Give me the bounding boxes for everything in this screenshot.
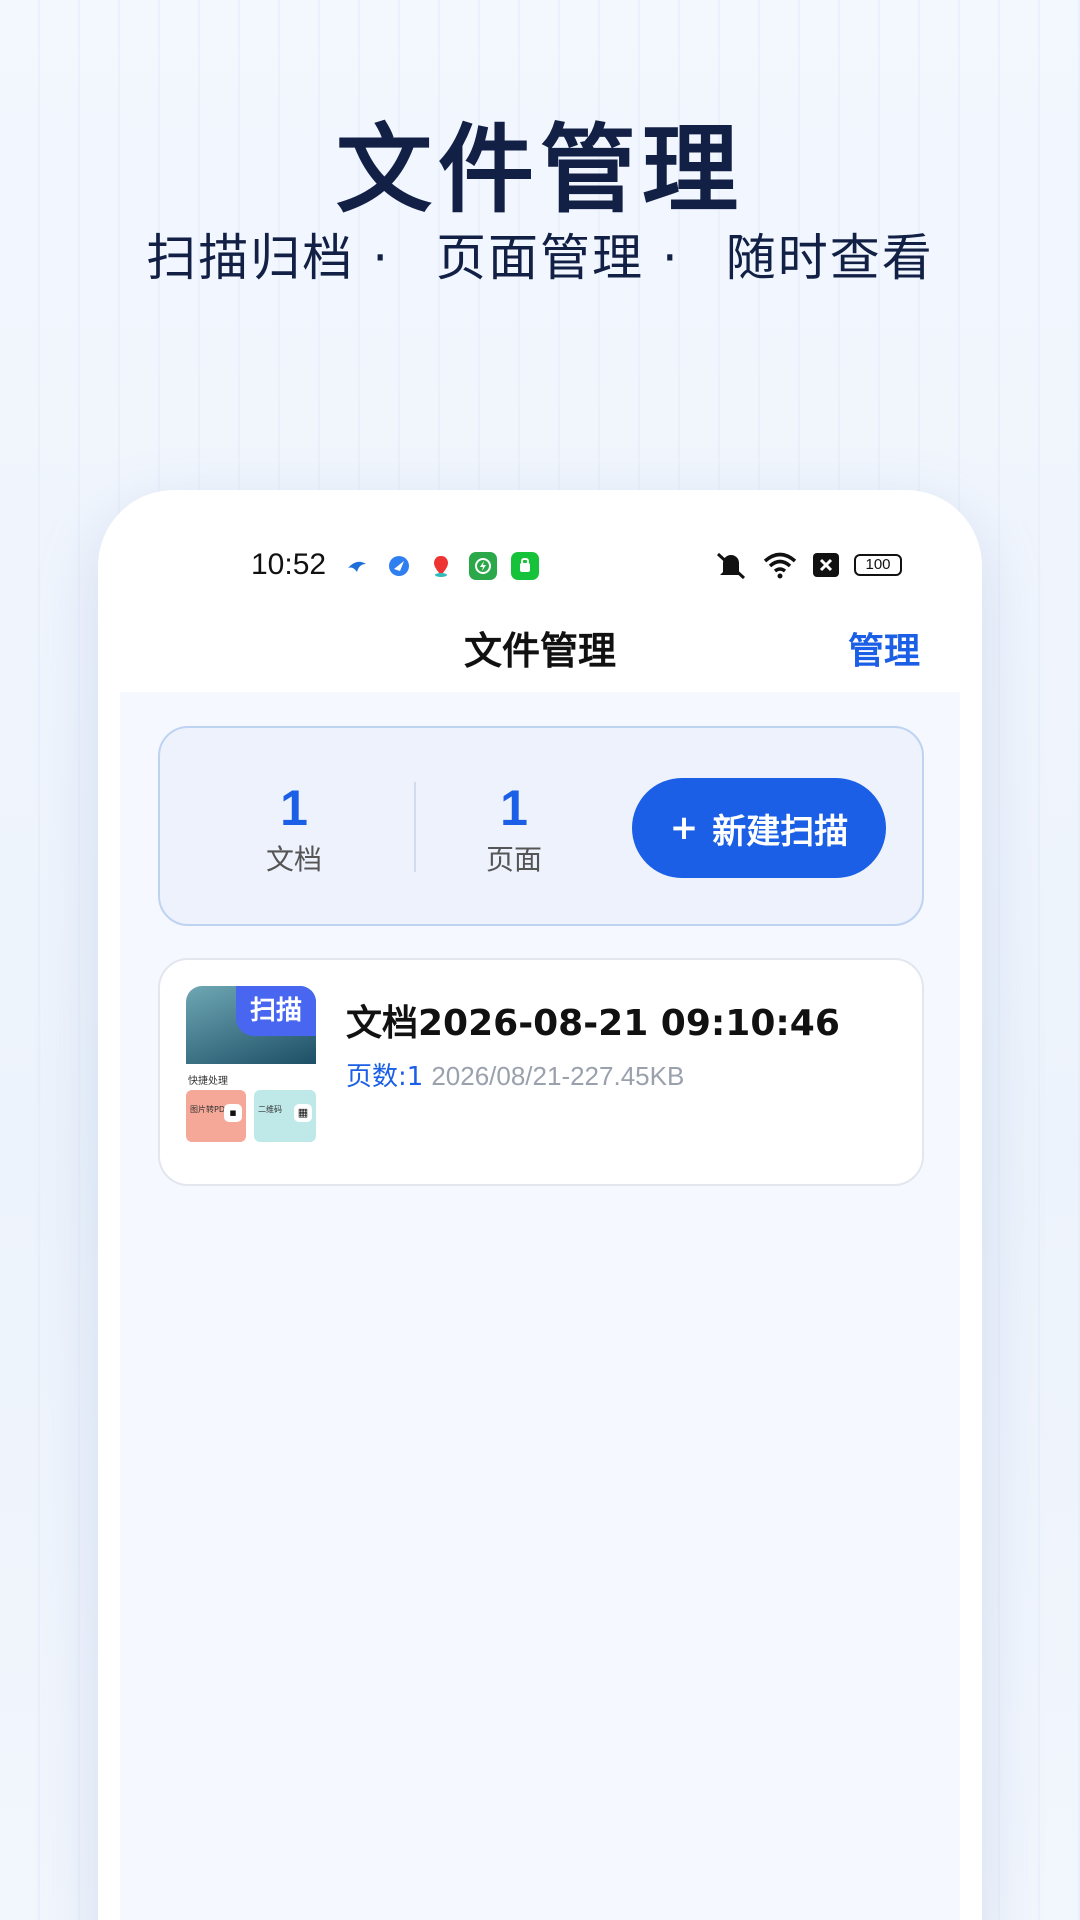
file-icon: ▪ [224,1104,242,1122]
thumbnail-tile-label: 二维码 [258,1105,282,1114]
qr-code-icon: ▦ [294,1104,312,1122]
documents-label: 文档 [265,843,322,876]
promo-title: 文件管理 [336,114,744,226]
promo-subtitle-item: 随时查看 [725,229,934,287]
wifi-icon [763,552,797,579]
thumbnail-scan-tag: 扫描 [236,986,316,1036]
document-title: 文档2026-08-21 09:10:46 [346,1003,840,1044]
status-time: 10:52 [251,548,327,581]
promo-subtitle: 扫描归档 · 页面管理 · 随时查看 [0,218,1080,290]
stats-card: 1 文档 1 页面 + 新建扫描 [158,726,924,926]
pages-count: 1 [500,780,528,836]
app-icon-5 [511,552,539,580]
map-app-icon [427,552,455,580]
mute-icon [716,552,746,580]
app-icon-4 [469,552,497,580]
app-icon-1 [343,552,371,580]
promo-subtitle-item: 页面管理 · [436,229,680,287]
phone-frame: 10:52 100 文件管理 管理 1 文档 1 页面 + 新建扫描 扫描 快捷… [98,490,982,1920]
stat-divider [414,782,416,872]
status-app-icons [343,552,539,580]
app-icon-2 [385,552,413,580]
pages-label: 页面 [485,843,542,876]
sim-blocked-icon [813,553,839,577]
document-thumbnail[interactable]: 扫描 快捷处理 图片转PDF ▪ 二维码 ▦ [186,986,316,1152]
nav-bar: 文件管理 管理 [98,602,982,692]
documents-count: 1 [280,780,308,836]
thumbnail-tile-pdf: 图片转PDF ▪ [186,1090,246,1142]
promo-subtitle-item: 扫描归档 · [146,229,391,287]
battery-icon: 100 [854,554,902,576]
document-meta: 页数:1 2026/08/21-227.45KB [346,1056,684,1093]
plus-icon: + [669,808,699,848]
thumbnail-tile-qr: 二维码 ▦ [254,1090,316,1142]
main-content[interactable]: 1 文档 1 页面 + 新建扫描 扫描 快捷处理 图片转PDF ▪ 二维码 ▦ … [120,692,960,1920]
documents-stat: 1 文档 [204,780,384,878]
status-bar: 10:52 100 [98,548,982,596]
document-list-item[interactable]: 扫描 快捷处理 图片转PDF ▪ 二维码 ▦ 文档2026-08-21 09:1… [158,958,924,1186]
manage-button[interactable]: 管理 [848,622,920,674]
new-scan-label: 新建扫描 [712,811,849,852]
document-date-size: 2026/08/21-227.45KB [431,1061,685,1091]
new-scan-button[interactable]: + 新建扫描 [632,778,886,878]
status-system-icons: 100 [714,550,902,580]
pages-stat: 1 页面 [424,780,604,878]
document-page-count: 页数:1 [346,1062,424,1092]
thumbnail-caption: 快捷处理 [188,1076,228,1087]
